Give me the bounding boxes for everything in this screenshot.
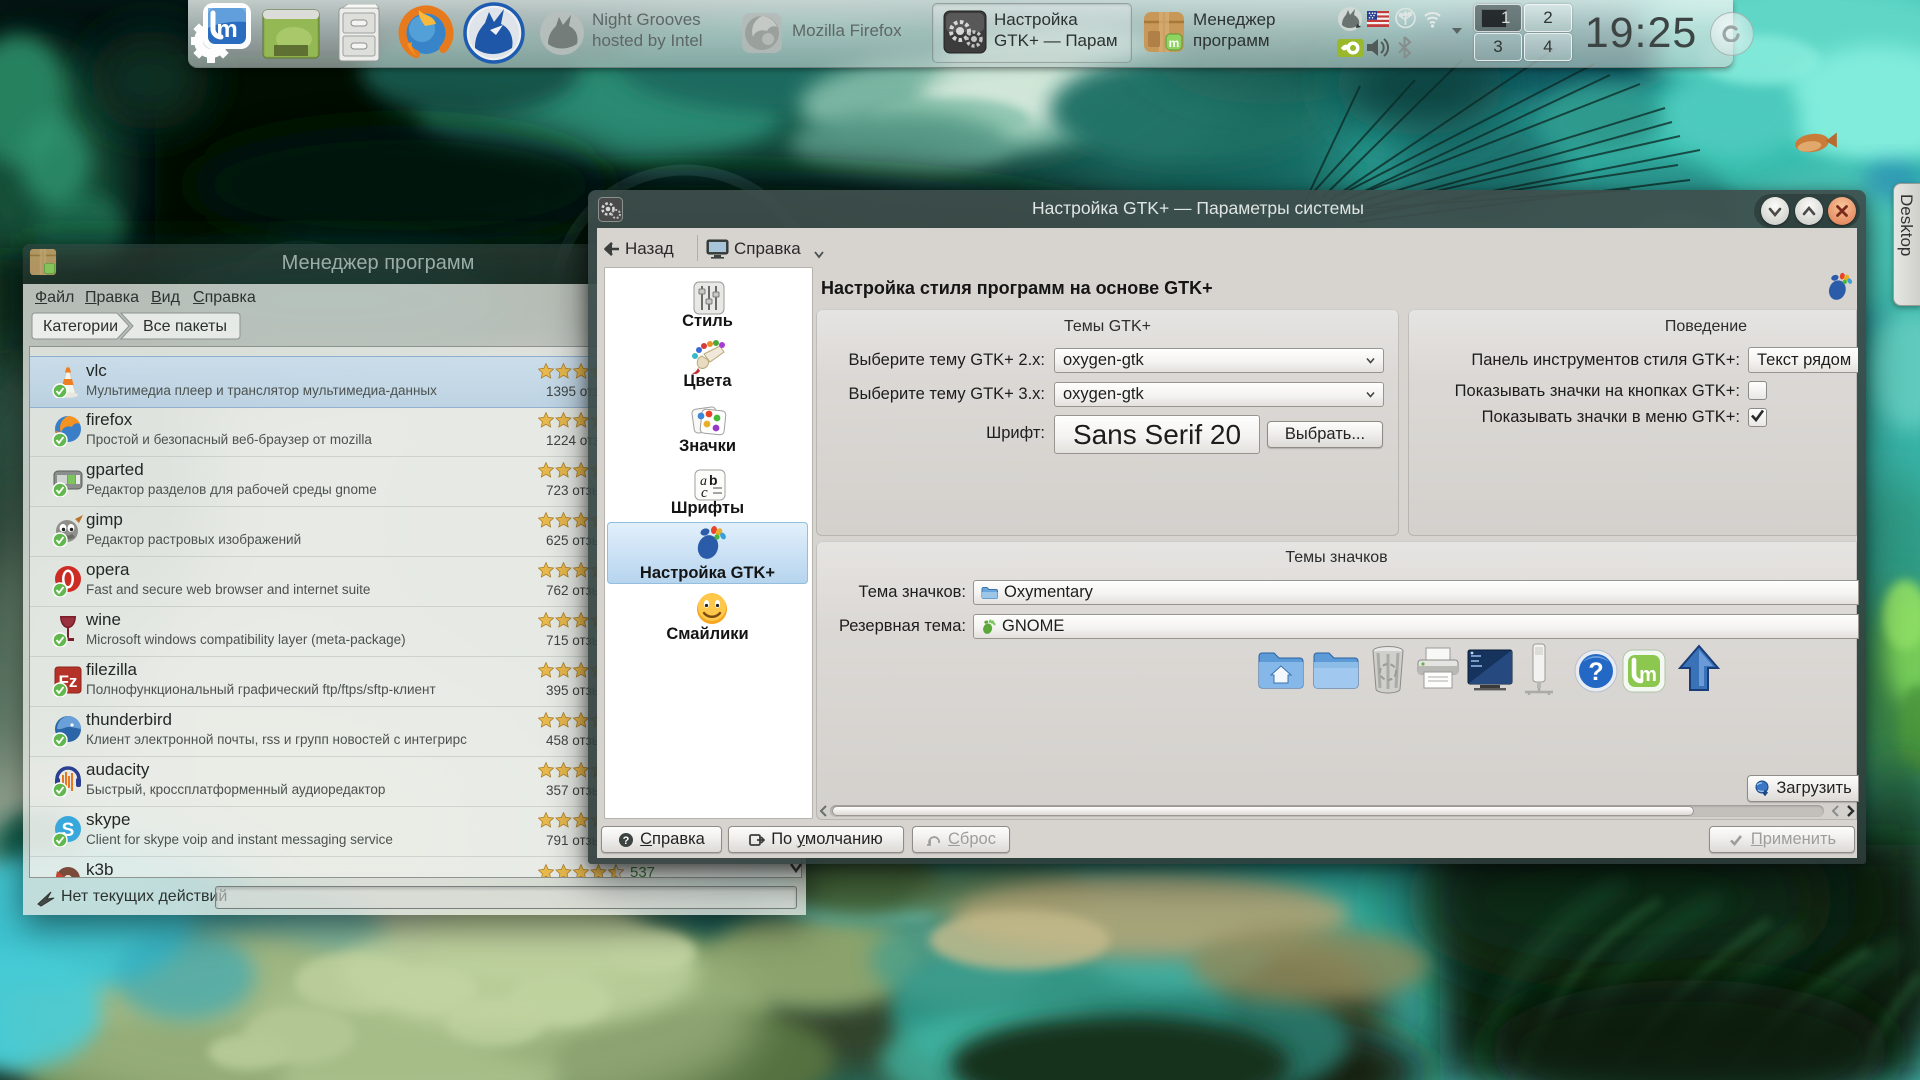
svg-text:?: ? xyxy=(1588,658,1603,686)
svg-text:Все пакеты: Все пакеты xyxy=(143,318,227,335)
svg-text:b: b xyxy=(709,472,718,488)
svg-text:Категории: Категории xyxy=(43,318,118,335)
svg-text:?: ? xyxy=(623,835,630,847)
svg-text:m: m xyxy=(1639,664,1657,686)
svg-text:m: m xyxy=(1169,36,1180,50)
